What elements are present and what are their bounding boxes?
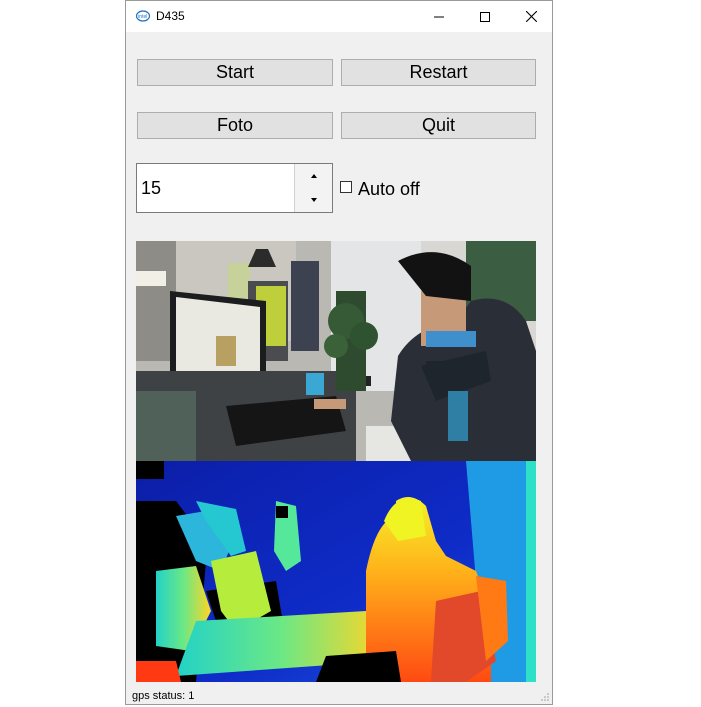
minimize-icon — [434, 16, 444, 17]
resize-grip-icon[interactable] — [540, 692, 549, 701]
start-button[interactable]: Start — [137, 59, 333, 86]
close-icon — [525, 11, 537, 22]
count-spinbox[interactable]: 15 — [136, 163, 333, 213]
chevron-up-icon — [310, 174, 317, 178]
restart-button[interactable]: Restart — [341, 59, 536, 86]
status-bar-text: gps status: 1 — [132, 690, 195, 702]
color-stream-image — [136, 241, 536, 461]
minimize-button[interactable] — [416, 1, 462, 32]
close-button[interactable] — [508, 1, 554, 32]
auto-off-label[interactable]: Auto off — [358, 179, 420, 200]
spinbox-buttons — [294, 164, 332, 212]
intel-icon: intel — [136, 10, 150, 22]
app-window: intel D435 Start Restart Foto Quit 15 Au… — [125, 0, 553, 705]
svg-text:intel: intel — [138, 14, 147, 20]
depth-stream-image — [136, 461, 536, 682]
chevron-down-icon — [310, 198, 317, 202]
spinbox-value[interactable]: 15 — [141, 178, 161, 199]
auto-off-checkbox[interactable] — [340, 181, 352, 193]
title-bar[interactable]: intel D435 — [126, 1, 552, 32]
maximize-button[interactable] — [462, 1, 508, 32]
foto-button[interactable]: Foto — [137, 112, 333, 139]
maximize-icon — [480, 11, 490, 22]
spin-down-button[interactable] — [295, 188, 332, 212]
quit-button[interactable]: Quit — [341, 112, 536, 139]
spin-up-button[interactable] — [295, 164, 332, 189]
window-title: D435 — [156, 9, 185, 23]
